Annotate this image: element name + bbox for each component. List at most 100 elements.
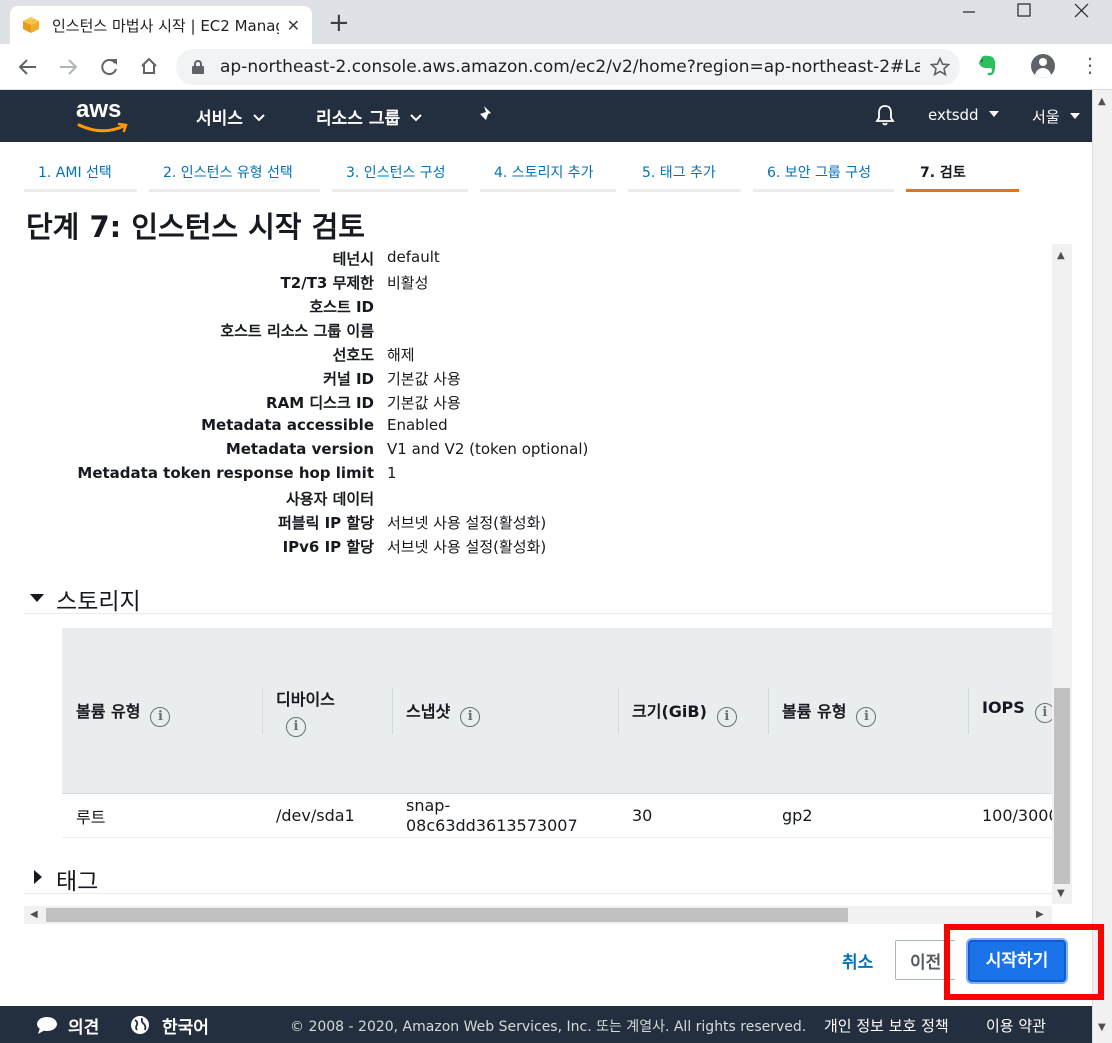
home-icon[interactable]: [139, 56, 159, 76]
scrollbar-thumb[interactable]: [1054, 688, 1070, 884]
tab-add-storage[interactable]: 4. 스토리지 추가: [480, 158, 616, 192]
chevron-down-icon: [253, 114, 265, 122]
launch-button[interactable]: 시작하기: [968, 940, 1066, 982]
lock-icon: [192, 60, 204, 74]
tab-ami[interactable]: 1. AMI 선택: [24, 158, 137, 192]
detail-label: Metadata version: [225, 440, 374, 458]
aws-header: aws 서비스 리소스 그룹 extsdd 서울: [0, 90, 1112, 142]
scroll-left-icon[interactable]: ◀: [30, 909, 38, 920]
services-label: 서비스: [196, 109, 243, 129]
minimize-icon[interactable]: [962, 6, 976, 20]
col-device[interactable]: 디바이스 i: [262, 628, 392, 794]
region-menu[interactable]: 서울: [1032, 106, 1080, 127]
aws-logo[interactable]: aws: [76, 96, 132, 133]
col-iops[interactable]: IOPS i: [968, 628, 1052, 794]
browser-tab[interactable]: 인스턴스 마법사 시작 | EC2 Management Console ✕: [10, 6, 312, 44]
account-menu[interactable]: extsdd: [928, 106, 999, 124]
browser-toolbar: ap-northeast-2.console.aws.amazon.com/ec…: [0, 44, 1112, 90]
info-icon[interactable]: i: [1034, 703, 1052, 723]
detail-row-unlimited: T2/T3 무제한 비활성: [24, 272, 1024, 296]
detail-row-user-data: 사용자 데이터: [24, 488, 1024, 512]
detail-row-affinity: 선호도 해제: [24, 344, 1024, 368]
detail-row-public-ip: 퍼블릭 IP 할당 서브넷 사용 설정(활성화): [24, 512, 1024, 536]
back-icon[interactable]: [18, 57, 38, 77]
detail-row-metadata-accessible: Metadata accessible Enabled: [24, 416, 1024, 440]
terms-link[interactable]: 이용 약관: [986, 1015, 1046, 1036]
region-name: 서울: [1032, 108, 1060, 126]
scrollbar-thumb[interactable]: [46, 908, 848, 922]
col-snapshot[interactable]: 스냅샷 i: [392, 628, 618, 794]
tab-add-tags[interactable]: 5. 태그 추가: [628, 158, 741, 192]
aws-footer: 의견 한국어 © 2008 - 2020, Amazon Web Service…: [0, 1006, 1092, 1043]
scroll-down-icon[interactable]: ▼: [1098, 1022, 1106, 1033]
detail-label: Metadata accessible: [201, 416, 374, 434]
new-tab-button[interactable]: +: [328, 10, 350, 36]
info-icon[interactable]: i: [460, 707, 481, 727]
detail-row-ipv6: IPv6 IP 할당 서브넷 사용 설정(활성화): [24, 536, 1024, 560]
maximize-icon[interactable]: [1017, 3, 1031, 17]
privacy-policy-link[interactable]: 개인 정보 보호 정책: [824, 1015, 949, 1036]
detail-value: default: [387, 248, 440, 266]
feedback-link[interactable]: 의견: [68, 1013, 99, 1038]
tab-close-icon[interactable]: ✕: [287, 16, 300, 35]
detail-row-metadata-version: Metadata version V1 and V2 (token optiona…: [24, 440, 1024, 464]
tab-review[interactable]: 7. 검토: [906, 158, 1019, 192]
column-label: 볼륨 유형: [782, 702, 847, 721]
scroll-down-icon[interactable]: ▼: [1057, 888, 1065, 899]
address-bar[interactable]: ap-northeast-2.console.aws.amazon.com/ec…: [176, 49, 960, 85]
column-label: 디바이스: [276, 690, 335, 709]
column-label: IOPS: [982, 698, 1025, 717]
tab-instance-type[interactable]: 2. 인스턴스 유형 선택: [149, 158, 320, 192]
window-close-icon[interactable]: [1074, 3, 1089, 18]
tags-section-toggle[interactable]: 태그: [24, 864, 1052, 895]
tab-security-group[interactable]: 6. 보안 그룹 구성: [753, 158, 894, 192]
evernote-icon[interactable]: [976, 54, 998, 78]
info-icon[interactable]: i: [150, 707, 171, 727]
resource-groups-menu[interactable]: 리소스 그룹: [316, 104, 422, 129]
storage-section-toggle[interactable]: 스토리지: [24, 584, 1052, 615]
content-horizontal-scrollbar[interactable]: ◀ ▶: [24, 906, 1052, 924]
detail-value: 1: [387, 464, 397, 482]
col-volume-type[interactable]: 볼륨 유형 i: [62, 628, 262, 794]
cell-volume-type: 루트: [76, 808, 106, 827]
language-selector[interactable]: 한국어: [162, 1013, 209, 1038]
scroll-up-icon[interactable]: ▲: [1057, 250, 1065, 261]
star-icon[interactable]: [930, 57, 950, 77]
content-vertical-scrollbar[interactable]: ▲ ▼: [1052, 244, 1072, 904]
detail-label: 퍼블릭 IP 할당: [277, 514, 374, 532]
bell-icon[interactable]: [874, 103, 896, 127]
pin-icon[interactable]: [478, 104, 496, 122]
reload-icon[interactable]: [99, 57, 119, 77]
info-icon[interactable]: i: [716, 707, 737, 727]
forward-icon[interactable]: [58, 57, 78, 77]
cell-snapshot-line1: snap-: [406, 796, 451, 815]
detail-value: 해제: [387, 346, 415, 364]
page-scrollbar[interactable]: ▲ ▼: [1092, 90, 1112, 1043]
col-size[interactable]: 크기(GiB) i: [618, 628, 768, 794]
info-icon[interactable]: i: [856, 707, 877, 727]
detail-value: V1 and V2 (token optional): [387, 440, 589, 458]
detail-value: 서브넷 사용 설정(활성화): [387, 538, 547, 556]
url-text[interactable]: ap-northeast-2.console.aws.amazon.com/ec…: [220, 57, 920, 77]
tab-configure-instance[interactable]: 3. 인스턴스 구성: [332, 158, 468, 192]
chevron-down-icon: [988, 111, 999, 117]
cancel-button[interactable]: 취소: [842, 948, 873, 973]
feedback-bubble-icon: [37, 1017, 57, 1034]
info-icon[interactable]: i: [286, 717, 306, 737]
tags-section-title: 태그: [56, 869, 99, 895]
detail-value: 기본값 사용: [387, 394, 461, 412]
detail-row-ramdisk-id: RAM 디스크 ID 기본값 사용: [24, 392, 1024, 416]
chevron-down-icon: [410, 114, 422, 122]
services-menu[interactable]: 서비스: [196, 104, 265, 129]
aws-smile-icon: [77, 122, 128, 133]
profile-icon[interactable]: [1031, 54, 1055, 78]
scroll-up-icon[interactable]: ▲: [1098, 96, 1106, 107]
table-header: 볼륨 유형 i 디바이스 i 스냅샷 i 크기(GiB) i 볼륨 유형 i IOPS i: [62, 628, 1052, 794]
col-ebs-volume-type[interactable]: 볼륨 유형 i: [768, 628, 968, 794]
scroll-right-icon[interactable]: ▶: [1036, 909, 1044, 920]
menu-icon[interactable]: ⋮: [1080, 52, 1100, 78]
detail-label: 호스트 ID: [309, 298, 374, 316]
detail-row-kernel-id: 커널 ID 기본값 사용: [24, 368, 1024, 392]
detail-row-hop-limit: Metadata token response hop limit 1: [24, 464, 1024, 488]
page-title: 단계 7: 인스턴스 시작 검토: [26, 210, 365, 244]
